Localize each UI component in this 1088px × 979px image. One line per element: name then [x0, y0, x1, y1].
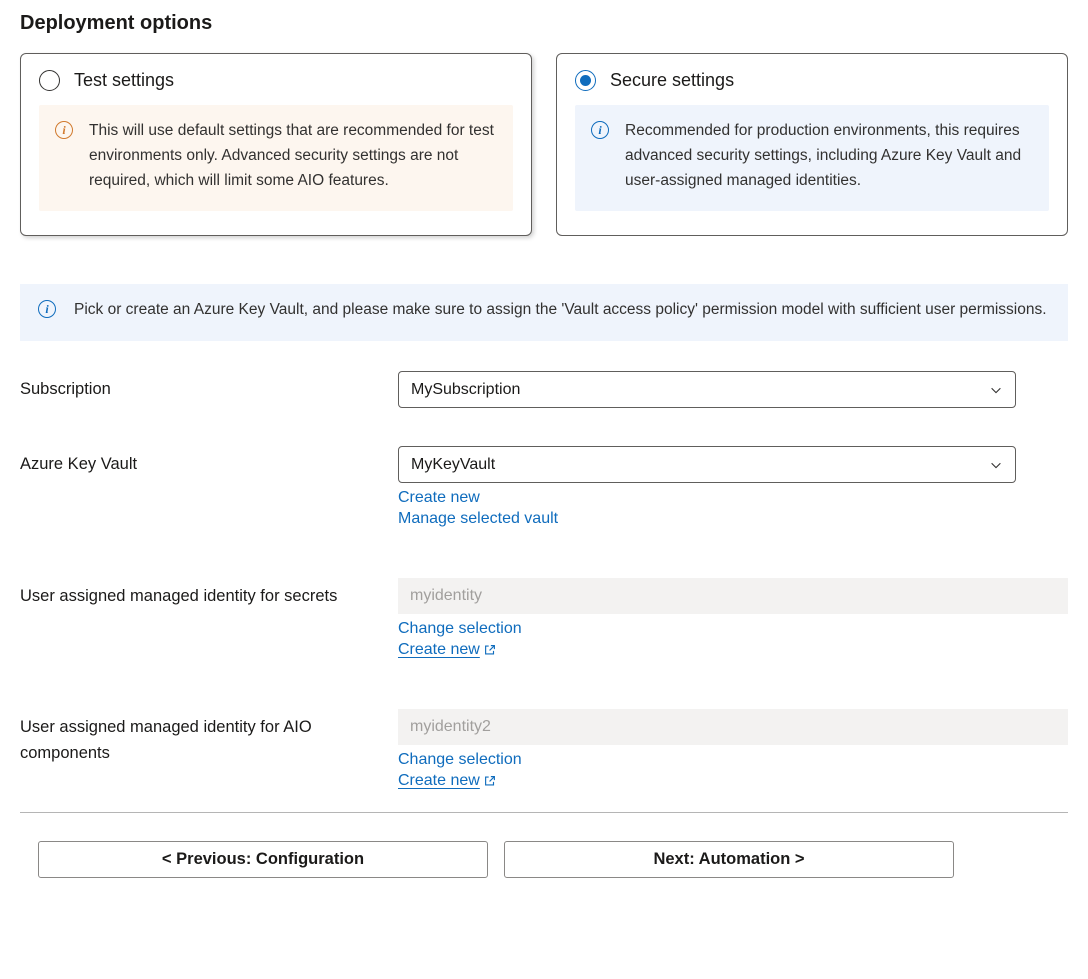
input-uami-aio: myidentity2: [398, 709, 1068, 745]
wizard-nav: < Previous: Configuration Next: Automati…: [20, 841, 1068, 878]
option-header-test: Test settings: [39, 70, 513, 91]
radio-secure[interactable]: [575, 70, 596, 91]
option-hint-test: i This will use default settings that ar…: [39, 105, 513, 211]
link-uami-secrets-change[interactable]: Change selection: [398, 620, 522, 638]
radio-test[interactable]: [39, 70, 60, 91]
option-header-secure: Secure settings: [575, 70, 1049, 91]
link-uami-aio-create[interactable]: Create new: [398, 772, 497, 790]
select-subscription[interactable]: MySubscription: [398, 371, 1016, 408]
option-title-secure: Secure settings: [610, 70, 734, 91]
row-key-vault: Azure Key Vault MyKeyVault Create new Ma…: [20, 446, 1068, 528]
external-link-icon: [483, 643, 497, 657]
divider: [20, 812, 1068, 813]
label-uami-aio: User assigned managed identity for AIO c…: [20, 709, 398, 766]
deployment-options-row: Test settings i This will use default se…: [20, 53, 1068, 236]
info-icon: i: [38, 300, 56, 318]
label-subscription: Subscription: [20, 371, 398, 403]
option-card-secure[interactable]: Secure settings i Recommended for produc…: [556, 53, 1068, 236]
link-uami-aio-create-text: Create new: [398, 772, 480, 790]
option-hint-text-secure: Recommended for production environments,…: [625, 119, 1033, 193]
prev-button[interactable]: < Previous: Configuration: [38, 841, 488, 878]
link-key-vault-manage[interactable]: Manage selected vault: [398, 510, 558, 528]
external-link-icon: [483, 774, 497, 788]
key-vault-banner: i Pick or create an Azure Key Vault, and…: [20, 284, 1068, 341]
row-subscription: Subscription MySubscription: [20, 371, 1068, 408]
section-title: Deployment options: [20, 12, 1068, 35]
link-uami-secrets-create-text: Create new: [398, 641, 480, 659]
next-button[interactable]: Next: Automation >: [504, 841, 954, 878]
info-icon: i: [591, 121, 609, 139]
label-uami-secrets: User assigned managed identity for secre…: [20, 578, 398, 610]
select-key-vault[interactable]: MyKeyVault: [398, 446, 1016, 483]
row-uami-secrets: User assigned managed identity for secre…: [20, 578, 1068, 659]
chevron-down-icon: [989, 383, 1003, 397]
chevron-down-icon: [989, 458, 1003, 472]
link-key-vault-create[interactable]: Create new: [398, 489, 480, 507]
link-uami-aio-change[interactable]: Change selection: [398, 751, 522, 769]
option-card-test[interactable]: Test settings i This will use default se…: [20, 53, 532, 236]
select-subscription-value: MySubscription: [411, 381, 520, 399]
label-key-vault: Azure Key Vault: [20, 446, 398, 478]
option-title-test: Test settings: [74, 70, 174, 91]
banner-text: Pick or create an Azure Key Vault, and p…: [74, 298, 1047, 323]
input-uami-secrets: myidentity: [398, 578, 1068, 614]
select-key-vault-value: MyKeyVault: [411, 456, 495, 474]
option-hint-text-test: This will use default settings that are …: [89, 119, 497, 193]
info-icon: i: [55, 121, 73, 139]
link-uami-secrets-create[interactable]: Create new: [398, 641, 497, 659]
row-uami-aio: User assigned managed identity for AIO c…: [20, 709, 1068, 790]
option-hint-secure: i Recommended for production environment…: [575, 105, 1049, 211]
